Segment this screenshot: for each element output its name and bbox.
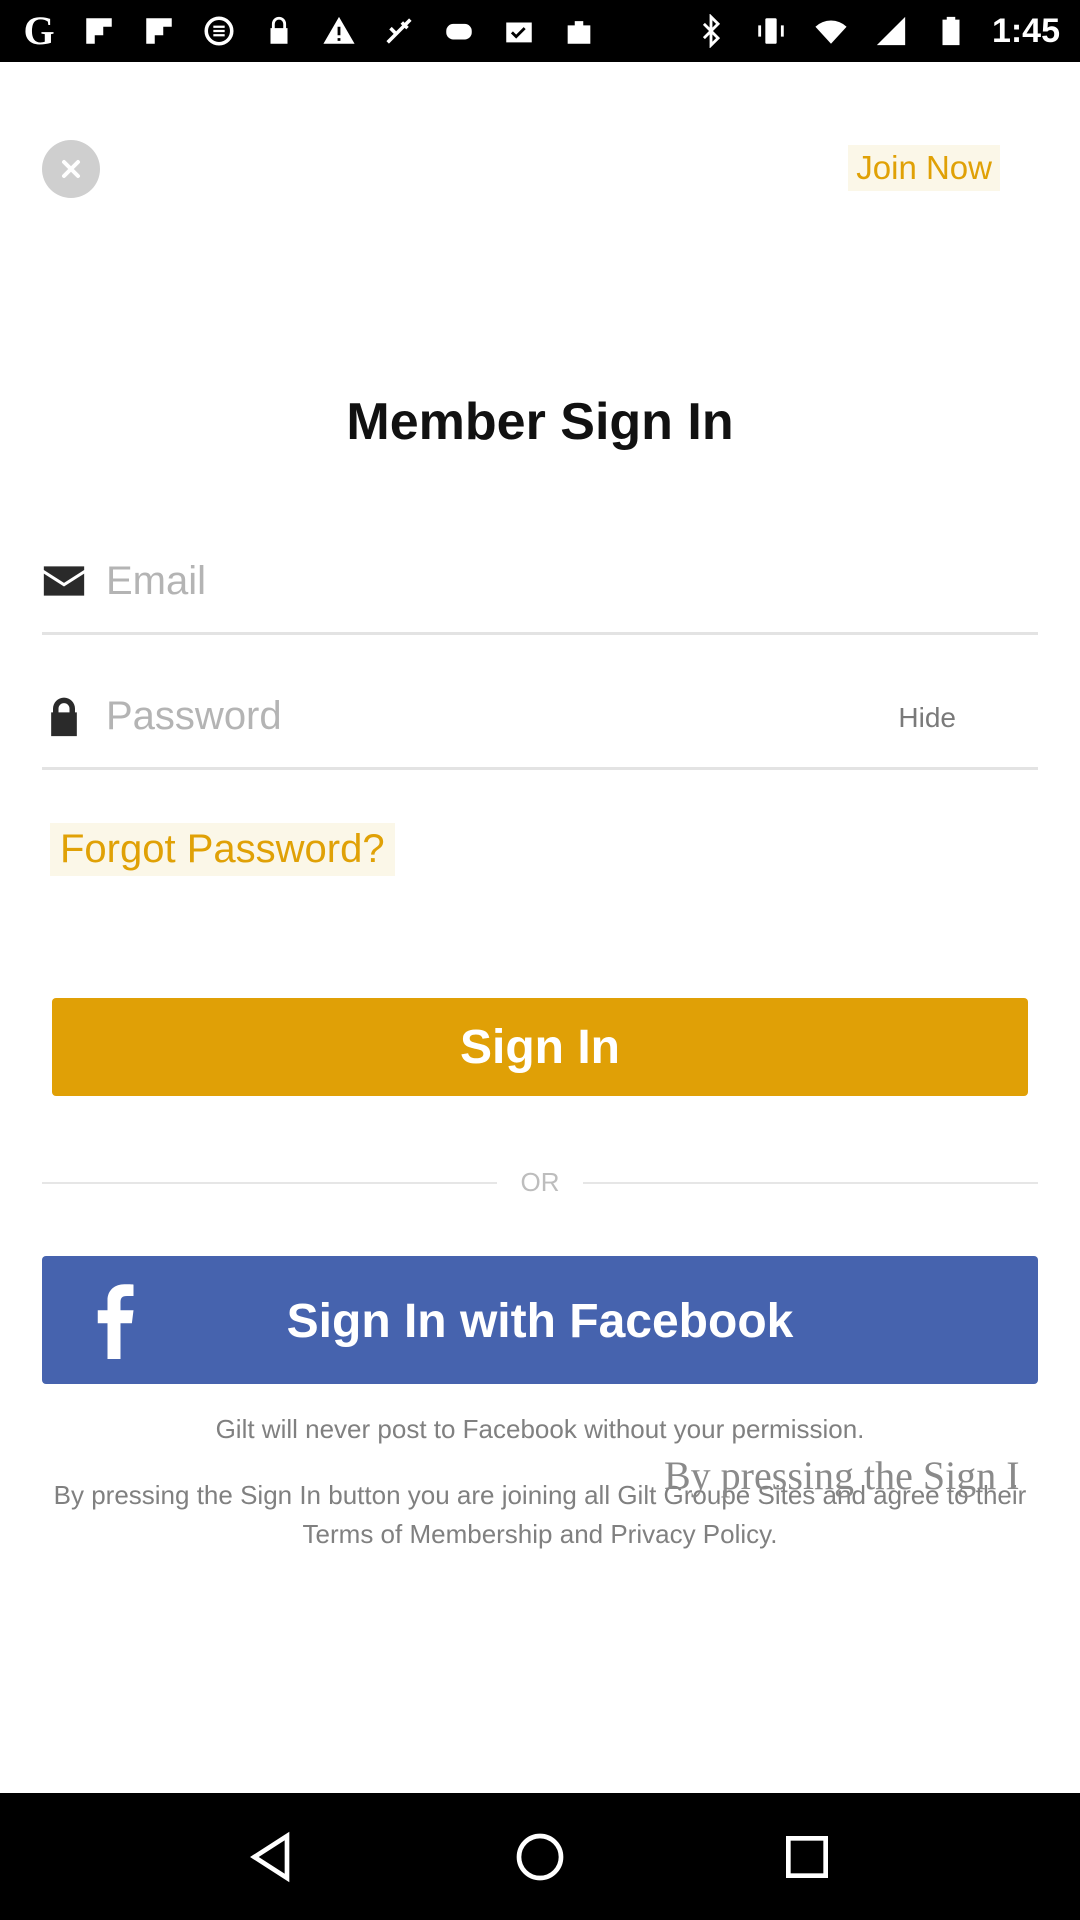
join-now-link[interactable]: Join Now bbox=[848, 145, 1000, 191]
status-bar: G 1:45 bbox=[0, 0, 1080, 62]
signal-icon bbox=[872, 12, 910, 50]
warning-icon bbox=[320, 12, 358, 50]
page-title: Member Sign In bbox=[346, 393, 734, 451]
flipboard-icon bbox=[80, 12, 118, 50]
status-left-icons: G bbox=[20, 8, 598, 53]
password-field-row: Hide bbox=[42, 670, 1038, 770]
google-icon: G bbox=[23, 8, 55, 53]
bluetooth-icon bbox=[692, 12, 730, 50]
lock-icon bbox=[42, 690, 86, 742]
game-icon bbox=[440, 12, 478, 50]
status-time: 1:45 bbox=[991, 11, 1060, 50]
lock-icon bbox=[260, 12, 298, 50]
wifi-icon bbox=[812, 12, 850, 50]
forgot-password-link[interactable]: Forgot Password? bbox=[50, 823, 395, 876]
close-icon bbox=[62, 160, 80, 178]
recents-icon[interactable] bbox=[775, 1825, 839, 1889]
envelope-icon bbox=[42, 555, 86, 607]
overlay-text-fragment: By pressing the Sign I bbox=[664, 1453, 1020, 1498]
facebook-permission-note: Gilt will never post to Facebook without… bbox=[215, 1414, 865, 1444]
email-field-row bbox=[42, 535, 1038, 635]
checkbox-icon bbox=[500, 12, 538, 50]
sign-in-button[interactable]: Sign In bbox=[52, 998, 1028, 1096]
flipboard-icon bbox=[140, 12, 178, 50]
back-icon[interactable] bbox=[241, 1825, 305, 1889]
status-right-icons: 1:45 bbox=[692, 12, 1060, 51]
sync-icon bbox=[200, 12, 238, 50]
bag-icon bbox=[560, 12, 598, 50]
navigation-bar bbox=[0, 1793, 1080, 1920]
or-divider: OR bbox=[42, 1165, 1038, 1201]
password-input[interactable] bbox=[106, 684, 806, 748]
vibrate-icon bbox=[752, 12, 790, 50]
battery-icon bbox=[932, 12, 970, 50]
hide-password-toggle[interactable]: Hide bbox=[898, 702, 956, 734]
fake-gps-icon bbox=[380, 12, 418, 50]
email-input[interactable] bbox=[106, 549, 806, 613]
facebook-sign-in-button[interactable]: Sign In with Facebook bbox=[42, 1256, 1038, 1384]
facebook-button-label: Sign In with Facebook bbox=[286, 1295, 794, 1348]
divider-line-right bbox=[583, 1182, 1038, 1184]
close-button[interactable] bbox=[42, 140, 100, 198]
home-icon[interactable] bbox=[508, 1825, 572, 1889]
